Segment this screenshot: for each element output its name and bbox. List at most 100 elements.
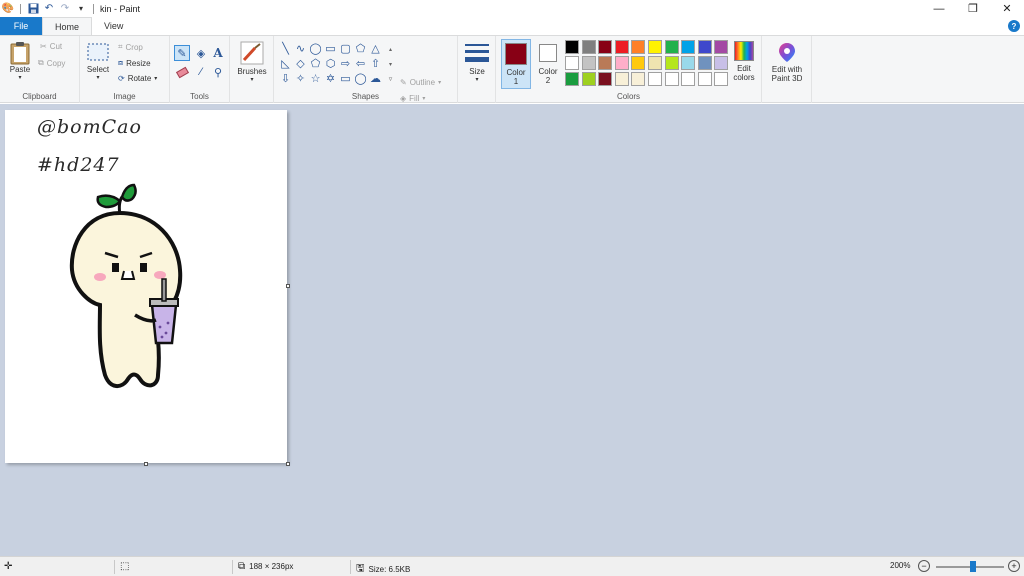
- palette-swatch[interactable]: [714, 40, 729, 54]
- help-icon[interactable]: ?: [1008, 20, 1020, 32]
- palette-swatch[interactable]: [697, 72, 712, 86]
- palette-swatch[interactable]: [631, 72, 646, 86]
- palette-swatch[interactable]: [664, 40, 679, 54]
- palette-swatch[interactable]: [598, 40, 613, 54]
- palette-swatch[interactable]: [664, 56, 679, 70]
- palette-swatch[interactable]: [631, 40, 646, 54]
- paint-bucket-icon: ◈: [196, 47, 206, 60]
- palette-swatch[interactable]: [598, 72, 613, 86]
- palette-swatch[interactable]: [697, 40, 712, 54]
- rounded-rectangle-shape-icon[interactable]: ▢: [338, 42, 353, 57]
- left-arrow-shape-icon[interactable]: ⇦: [353, 57, 368, 72]
- resize-handle-corner[interactable]: [286, 462, 290, 466]
- down-arrow-shape-icon[interactable]: ⇩: [278, 72, 293, 87]
- zoom-in-button[interactable]: +: [1008, 560, 1020, 572]
- color-picker-tool[interactable]: ⁄: [193, 64, 209, 80]
- undo-icon[interactable]: ↶: [43, 3, 55, 15]
- hexagon-shape-icon[interactable]: ⬡: [323, 57, 338, 72]
- palette-swatch[interactable]: [681, 56, 696, 70]
- palette-swatch[interactable]: [697, 56, 712, 70]
- select-button[interactable]: Select ▾: [84, 42, 112, 83]
- fill-button[interactable]: ◈ Fill ▾: [400, 94, 425, 103]
- customize-qat-icon[interactable]: ▾: [75, 3, 87, 15]
- palette-swatch[interactable]: [565, 72, 579, 86]
- rainbow-icon: [734, 41, 754, 61]
- zoom-slider-thumb[interactable]: [970, 561, 977, 572]
- shapes-more-icon[interactable]: ▿: [383, 72, 398, 87]
- pencil-tool[interactable]: ✎: [174, 45, 190, 61]
- palette-swatch[interactable]: [565, 56, 579, 70]
- eraser-tool[interactable]: [174, 64, 190, 80]
- brushes-button[interactable]: Brushes ▾: [234, 41, 270, 85]
- minimize-button[interactable]: —: [922, 0, 956, 17]
- cloud-callout-shape-icon[interactable]: ☁: [368, 72, 383, 87]
- line-shape-icon[interactable]: ╲: [278, 42, 293, 57]
- close-button[interactable]: ✕: [990, 0, 1024, 17]
- palette-swatch[interactable]: [648, 40, 662, 54]
- palette-swatch[interactable]: [614, 40, 629, 54]
- tab-home[interactable]: Home: [42, 17, 93, 35]
- diamond-shape-icon[interactable]: ◇: [293, 57, 308, 72]
- six-point-star-shape-icon[interactable]: ✡: [323, 72, 338, 87]
- zoom-slider[interactable]: [936, 561, 1004, 572]
- copy-button[interactable]: ⧉ Copy: [38, 58, 65, 68]
- cut-button[interactable]: ✂ Cut: [40, 42, 62, 51]
- four-point-star-shape-icon[interactable]: ✧: [293, 72, 308, 87]
- crop-button[interactable]: ⌗ Crop: [118, 42, 143, 52]
- tab-view[interactable]: View: [92, 17, 135, 35]
- edit-colors-button[interactable]: Edit colors: [730, 41, 758, 82]
- five-point-star-shape-icon[interactable]: ☆: [308, 72, 323, 87]
- palette-swatch[interactable]: [714, 72, 729, 86]
- outline-button[interactable]: ✎ Outline ▾: [400, 78, 441, 87]
- right-arrow-shape-icon[interactable]: ⇨: [338, 57, 353, 72]
- magnifier-tool[interactable]: ⚲: [210, 64, 226, 80]
- tab-file[interactable]: File: [0, 17, 42, 35]
- up-arrow-shape-icon[interactable]: ⇧: [368, 57, 383, 72]
- selection-size: ⬚: [120, 561, 129, 572]
- restore-button[interactable]: ❐: [956, 0, 990, 17]
- rotate-button[interactable]: ⟳ Rotate ▾: [118, 74, 157, 83]
- size-button[interactable]: Size ▾: [462, 41, 492, 85]
- title-bar: 🎨 ↶ ↷ ▾ kin - Paint — ❐ ✕: [0, 0, 1024, 17]
- palette-swatch[interactable]: [614, 72, 629, 86]
- pentagon-shape-icon[interactable]: ⬠: [308, 57, 323, 72]
- polygon-shape-icon[interactable]: ⬠: [353, 42, 368, 57]
- drawing-canvas[interactable]: @bomCao #hd247: [5, 110, 287, 463]
- palette-swatch[interactable]: [614, 56, 629, 70]
- curve-shape-icon[interactable]: ∿: [293, 42, 308, 57]
- resize-button[interactable]: ⧈ Resize: [118, 58, 151, 68]
- rounded-callout-shape-icon[interactable]: ▭: [338, 72, 353, 87]
- color1-button[interactable]: Color 1: [501, 39, 531, 89]
- scroll-down-icon[interactable]: ▾: [383, 57, 398, 72]
- palette-swatch[interactable]: [714, 56, 729, 70]
- palette-swatch[interactable]: [581, 72, 596, 86]
- palette-swatch[interactable]: [648, 56, 662, 70]
- rotate-icon: ⟳: [118, 74, 125, 83]
- zoom-out-button[interactable]: −: [918, 560, 930, 572]
- fill-tool[interactable]: ◈: [193, 45, 209, 61]
- save-icon[interactable]: [27, 3, 39, 15]
- paint-app-icon[interactable]: 🎨: [2, 3, 14, 15]
- palette-swatch[interactable]: [681, 40, 696, 54]
- resize-handle-right[interactable]: [286, 284, 290, 288]
- color2-button[interactable]: Color 2: [533, 39, 563, 89]
- triangle-shape-icon[interactable]: △: [368, 42, 383, 57]
- palette-swatch[interactable]: [581, 40, 596, 54]
- palette-swatch[interactable]: [648, 72, 662, 86]
- oval-shape-icon[interactable]: ◯: [308, 42, 323, 57]
- palette-swatch[interactable]: [598, 56, 613, 70]
- resize-handle-bottom[interactable]: [144, 462, 148, 466]
- scroll-up-icon[interactable]: ▴: [383, 42, 398, 57]
- palette-swatch[interactable]: [631, 56, 646, 70]
- palette-swatch[interactable]: [581, 56, 596, 70]
- oval-callout-shape-icon[interactable]: ◯: [353, 72, 368, 87]
- rectangle-shape-icon[interactable]: ▭: [323, 42, 338, 57]
- text-tool[interactable]: A: [210, 45, 226, 61]
- redo-icon[interactable]: ↷: [59, 3, 71, 15]
- edit-with-paint3d-button[interactable]: Edit with Paint 3D: [766, 41, 808, 83]
- palette-swatch[interactable]: [681, 72, 696, 86]
- paste-button[interactable]: Paste ▾: [6, 41, 34, 83]
- palette-swatch[interactable]: [664, 72, 679, 86]
- right-triangle-shape-icon[interactable]: ◺: [278, 57, 293, 72]
- palette-swatch[interactable]: [565, 40, 579, 54]
